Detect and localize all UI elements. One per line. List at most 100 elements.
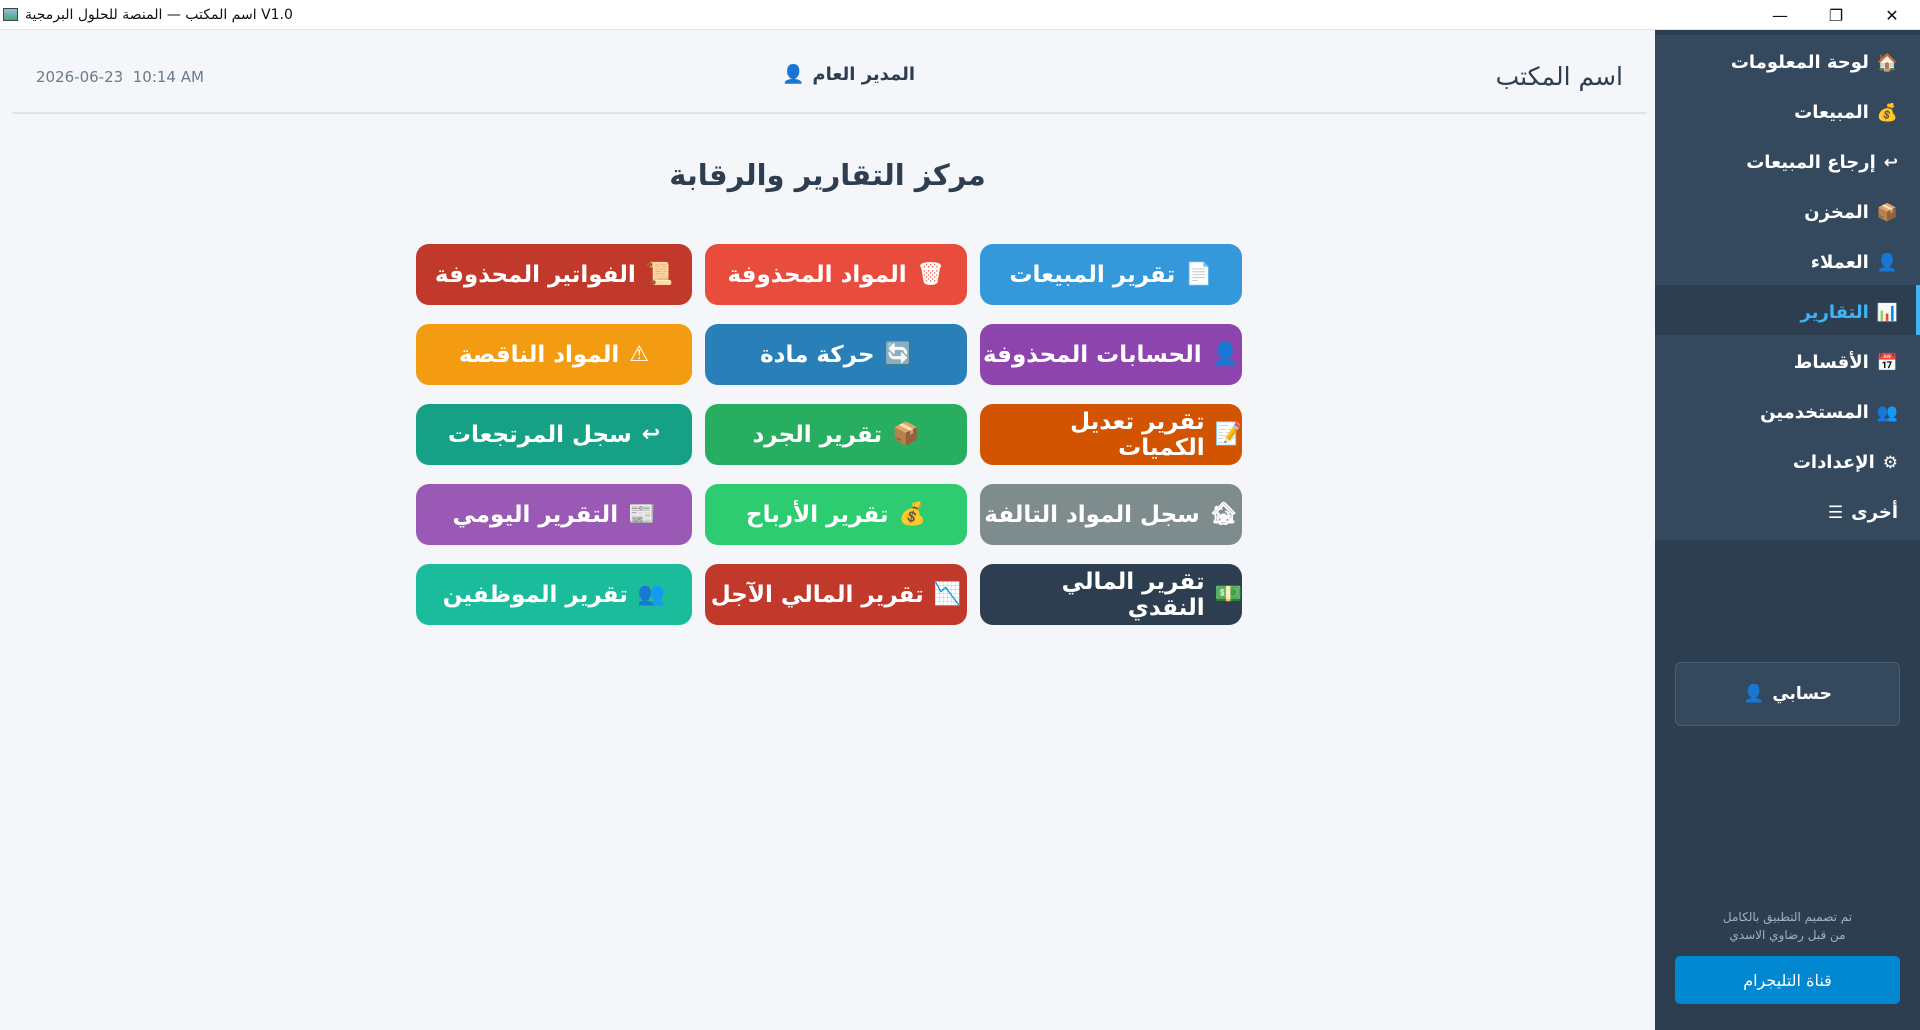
user-icon: 👤 <box>782 64 805 85</box>
report-label: تقرير المالي الآجل <box>710 581 924 608</box>
sidebar-item-reports[interactable]: 📊 التقارير <box>1655 285 1920 340</box>
report-button-deleted-items[interactable]: 🗑 المواد المحذوفة <box>705 244 967 305</box>
report-label: المواد الناقصة <box>459 341 620 368</box>
sidebar-item-label: المخزن <box>1804 202 1869 223</box>
report-button-cash-financial[interactable]: 💵 تقرير المالي النقدي <box>980 564 1242 625</box>
app-icon <box>3 8 18 21</box>
reports-grid: 📄 تقرير المبيعات 🗑 المواد المحذوفة 📜 الفوات… <box>416 244 1242 625</box>
telegram-channel-button[interactable]: قناة التليجرام <box>1675 956 1900 1004</box>
report-button-item-movement[interactable]: 🔄 حركة مادة <box>705 324 967 385</box>
main-content: اسم المكتب المدير العام 👤 2026-06-23 10:… <box>0 30 1655 1030</box>
report-button-deleted-invoices[interactable]: 📜 الفواتير المحذوفة <box>416 244 692 305</box>
date-text: 2026-06-23 <box>36 68 124 86</box>
report-button-deleted-accounts[interactable]: 👤 الحسابات المحذوفة <box>980 324 1242 385</box>
report-button-credit-financial[interactable]: 📉 تقرير المالي الآجل <box>705 564 967 625</box>
users-icon: 👥 <box>1876 402 1898 423</box>
account-label: حسابي <box>1772 684 1832 704</box>
sidebar-item-label: الإعدادات <box>1792 452 1875 473</box>
sidebar-item-label: إرجاع المبيعات <box>1746 152 1876 173</box>
scroll-icon: 📜 <box>645 262 674 287</box>
report-label: سجل المرتجعات <box>447 421 632 448</box>
sidebar-item-label: التقارير <box>1800 302 1869 323</box>
report-button-daily[interactable]: 📰 التقرير اليومي <box>416 484 692 545</box>
report-button-inventory[interactable]: 📦 تقرير الجرد <box>705 404 967 465</box>
report-label: التقرير اليومي <box>452 501 619 528</box>
report-button-employees[interactable]: 👥 تقرير الموظفين <box>416 564 692 625</box>
box-icon: 📦 <box>892 422 920 447</box>
users-icon: 👥 <box>637 582 666 607</box>
sidebar-item-label: لوحة المعلومات <box>1730 52 1869 73</box>
report-label: تقرير تعديل الكميات <box>1070 408 1205 461</box>
minimize-icon[interactable]: — <box>1752 0 1808 30</box>
credit-text: تم تصميم التطبيق بالكامل من قبل رضاوي ال… <box>1655 908 1920 944</box>
top-header: اسم المكتب المدير العام 👤 2026-06-23 10:… <box>12 30 1647 114</box>
restore-icon[interactable]: ❐ <box>1808 0 1864 30</box>
user-icon: 👤 <box>1876 252 1898 273</box>
sidebar-item-label: المستخدمين <box>1760 402 1869 423</box>
trash-icon: 🗑 <box>916 262 945 287</box>
report-button-low-stock[interactable]: ⚠ المواد الناقصة <box>416 324 692 385</box>
report-label: سجل المواد التالفة <box>984 501 1200 528</box>
datetime: 2026-06-23 10:14 AM <box>36 68 204 86</box>
report-label: تقرير المبيعات <box>1009 261 1176 288</box>
close-icon[interactable]: ✕ <box>1864 0 1920 30</box>
sidebar-item-sales-returns[interactable]: ↩ إرجاع المبيعات <box>1655 135 1920 190</box>
sidebar-item-more[interactable]: أخرى ☰ <box>1655 485 1920 540</box>
newspaper-icon: 📰 <box>628 502 656 527</box>
report-label: حركة مادة <box>760 341 875 368</box>
sidebar-item-label: العملاء <box>1810 252 1869 273</box>
window-titlebar: V1.0 اسم المكتب — المنصة للحلول البرمجية… <box>0 0 1920 30</box>
sidebar-item-sales[interactable]: 💰 المبيعات <box>1655 85 1920 140</box>
sidebar: 🏠 لوحة المعلومات 💰 المبيعات ↩ إرجاع المبيعا… <box>1655 30 1920 1030</box>
memo-icon: 📝 <box>1214 422 1242 447</box>
my-account-button[interactable]: حسابي 👤 <box>1675 662 1900 726</box>
manager-label: المدير العام <box>812 64 916 85</box>
money-bag-icon: 💰 <box>1876 102 1898 123</box>
report-label: الفواتير المحذوفة <box>434 261 636 288</box>
report-label: تقرير الجرد <box>752 421 883 448</box>
calendar-icon: 📅 <box>1876 352 1898 373</box>
report-button-sales[interactable]: 📄 تقرير المبيعات <box>980 244 1242 305</box>
user-icon: 👤 <box>1743 684 1765 704</box>
report-button-profits[interactable]: 💰 تقرير الأرباح <box>705 484 967 545</box>
time-text: 10:14 AM <box>132 68 204 86</box>
current-user: المدير العام 👤 <box>782 64 915 85</box>
report-label: الحسابات المحذوفة <box>982 341 1202 368</box>
user-icon: 👤 <box>1211 342 1240 367</box>
window-controls: — ❐ ✕ <box>1752 0 1920 30</box>
sidebar-item-label: المبيعات <box>1794 102 1869 123</box>
refresh-icon: 🔄 <box>884 342 912 367</box>
home-icon: 🏠 <box>1876 52 1898 73</box>
banknote-icon: 💵 <box>1214 582 1242 607</box>
credit-line-2: من قبل رضاوي الاسدي <box>1729 928 1846 942</box>
report-button-quantity-adjustments[interactable]: 📝 تقرير تعديل الكميات <box>980 404 1242 465</box>
chart-down-icon: 📉 <box>933 582 962 607</box>
house-icon: 🏚 <box>1209 502 1238 527</box>
gear-icon: ⚙ <box>1882 452 1898 473</box>
box-icon: 📦 <box>1876 202 1898 223</box>
sidebar-item-settings[interactable]: ⚙ الإعدادات <box>1655 435 1920 490</box>
credit-line-1: تم تصميم التطبيق بالكامل <box>1722 910 1853 924</box>
menu-icon: ☰ <box>1827 502 1844 523</box>
document-icon: 📄 <box>1185 262 1213 287</box>
warning-icon: ⚠ <box>629 342 650 367</box>
report-label: المواد المحذوفة <box>727 261 907 288</box>
return-icon: ↩ <box>641 422 661 447</box>
sidebar-item-label: الأقساط <box>1793 352 1869 373</box>
sidebar-item-label: أخرى <box>1851 502 1898 523</box>
page-title: مركز التقارير والرقابة <box>669 158 986 192</box>
report-label: تقرير الموظفين <box>442 581 628 608</box>
sidebar-item-dashboard[interactable]: 🏠 لوحة المعلومات <box>1655 35 1920 90</box>
report-button-returns-log[interactable]: ↩ سجل المرتجعات <box>416 404 692 465</box>
window-title: V1.0 اسم المكتب — المنصة للحلول البرمجية <box>25 7 293 23</box>
office-name: اسم المكتب <box>1495 62 1623 91</box>
report-label: تقرير المالي النقدي <box>1061 568 1205 621</box>
report-label: تقرير الأرباح <box>746 501 889 528</box>
bar-chart-icon: 📊 <box>1876 302 1898 323</box>
money-bag-icon: 💰 <box>898 502 926 527</box>
sidebar-item-customers[interactable]: 👤 العملاء <box>1655 235 1920 290</box>
report-button-damaged-items[interactable]: 🏚 سجل المواد التالفة <box>980 484 1242 545</box>
sidebar-item-users[interactable]: 👥 المستخدمين <box>1655 385 1920 440</box>
sidebar-item-installments[interactable]: 📅 الأقساط <box>1655 335 1920 390</box>
sidebar-item-warehouse[interactable]: 📦 المخزن <box>1655 185 1920 240</box>
